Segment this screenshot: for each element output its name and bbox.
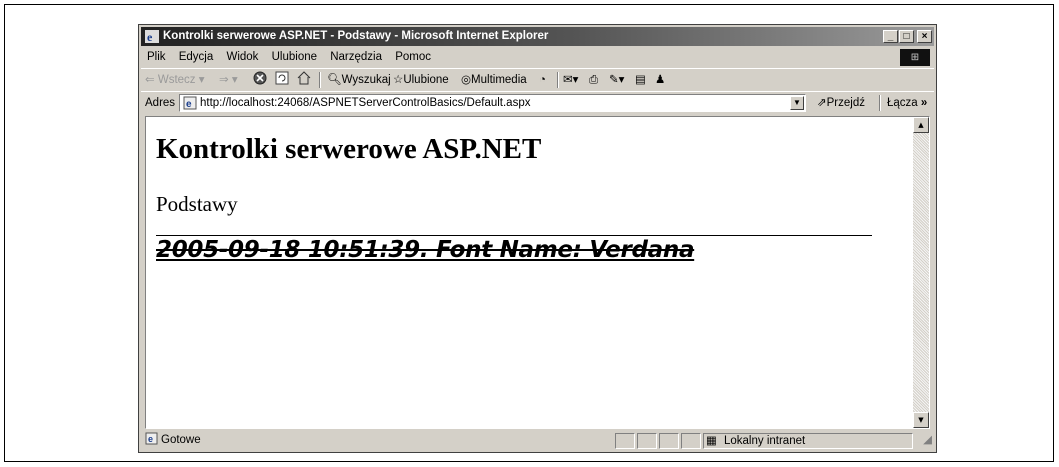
favorites-icon: ☆ — [393, 74, 404, 86]
media-label: Multimedia — [471, 74, 527, 86]
address-label: Adres — [145, 97, 176, 109]
menu-file[interactable]: Plik — [147, 51, 166, 63]
status-page-icon: e — [145, 431, 158, 450]
windows-logo-icon: ⊞ — [900, 49, 930, 66]
search-icon: 🔍︎ — [327, 74, 342, 86]
page-icon: e — [183, 96, 197, 110]
chevron-down-icon: ▼ — [793, 98, 801, 107]
page-heading: Kontrolki serwerowe ASP.NET — [156, 133, 542, 165]
address-input[interactable]: e http://localhost:24068/ASPNETServerCon… — [179, 94, 806, 112]
menu-bar: Plik Edycja Widok Ulubione Narzędzia Pom… — [141, 48, 934, 67]
links-label: Łącza — [887, 97, 918, 109]
address-bar: Adres e http://localhost:24068/ASPNETSer… — [141, 91, 934, 114]
zone-cell: ▦ Lokalny intranet — [703, 433, 913, 449]
history-icon[interactable]: ◔ — [539, 69, 546, 91]
svg-text:e: e — [147, 30, 153, 43]
back-arrow-icon: ⇐ — [145, 74, 155, 86]
ie-logo-icon: e — [145, 30, 159, 43]
horizontal-rule — [156, 235, 872, 236]
status-cell — [681, 433, 701, 449]
search-label: Wyszukaj — [341, 74, 391, 86]
menu-tools[interactable]: Narzędzia — [330, 51, 382, 63]
menu-edit[interactable]: Edycja — [179, 51, 214, 63]
refresh-icon[interactable] — [275, 69, 289, 91]
menu-view[interactable]: Widok — [226, 51, 258, 63]
status-text: Gotowe — [161, 434, 201, 446]
status-cell — [637, 433, 657, 449]
vertical-scrollbar[interactable]: ▲ ▼ — [913, 117, 929, 428]
standard-toolbar: ⇐ Wstecz ▾ ⇒ ▾ 🔍︎Wyszukaj ☆Ulubione ◎Mul… — [141, 68, 934, 91]
toolbar-separator — [557, 72, 559, 88]
status-cell — [659, 433, 679, 449]
back-button[interactable]: ⇐ Wstecz ▾ — [145, 69, 205, 91]
favorites-button[interactable]: ☆Ulubione — [393, 69, 449, 91]
forward-arrow-icon[interactable]: ⇒ ▾ — [219, 69, 238, 91]
messenger-icon[interactable]: ♟ — [655, 69, 665, 91]
browser-window: e Kontrolki serwerowe ASP.NET - Podstawy… — [138, 24, 937, 453]
media-button[interactable]: ◎Multimedia — [461, 69, 527, 91]
search-button[interactable]: 🔍︎Wyszukaj — [327, 69, 391, 91]
resize-grip-icon[interactable]: ◢ — [923, 431, 932, 450]
intranet-icon: ▦ — [706, 435, 717, 447]
home-icon[interactable] — [297, 69, 311, 91]
media-icon: ◎ — [461, 74, 472, 86]
links-button[interactable]: Łącza » — [887, 92, 927, 114]
mail-icon[interactable]: ✉▾ — [563, 69, 578, 91]
go-arrow-icon: ⇗ — [817, 97, 827, 109]
stop-icon[interactable] — [253, 69, 267, 91]
back-label: Wstecz — [157, 74, 196, 86]
chevron-down-icon: ▼ — [918, 416, 924, 424]
scroll-down-button[interactable]: ▼ — [913, 412, 929, 428]
svg-text:e: e — [186, 99, 192, 110]
favorites-label: Ulubione — [403, 74, 449, 86]
menu-favorites[interactable]: Ulubione — [272, 51, 317, 63]
close-button[interactable]: × — [917, 30, 932, 43]
status-bar: e Gotowe ▦ Lokalny intranet ◢ — [141, 431, 934, 450]
chevron-right-icon: » — [920, 97, 928, 109]
minimize-button[interactable]: _ — [883, 30, 898, 43]
chevron-up-icon: ▲ — [918, 121, 924, 129]
edit-icon[interactable]: ✎▾ — [609, 69, 624, 91]
page-viewport: Kontrolki serwerowe ASP.NET Podstawy 200… — [145, 116, 930, 429]
address-dropdown-button[interactable]: ▼ — [790, 96, 804, 110]
scroll-up-button[interactable]: ▲ — [913, 117, 929, 133]
toolbar-separator — [879, 95, 881, 111]
discuss-icon[interactable]: ▤ — [635, 69, 646, 91]
timestamp-label: 2005-09-18 10:51:39. Font Name: Verdana — [156, 237, 695, 263]
status-cell — [615, 433, 635, 449]
zone-label: Lokalny intranet — [724, 435, 806, 447]
svg-text:e: e — [148, 434, 153, 444]
print-icon[interactable]: ⎙ — [589, 69, 598, 91]
menu-help[interactable]: Pomoc — [395, 51, 431, 63]
go-label: Przejdź — [826, 97, 865, 109]
title-bar[interactable]: e Kontrolki serwerowe ASP.NET - Podstawy… — [141, 27, 934, 46]
window-title: Kontrolki serwerowe ASP.NET - Podstawy -… — [163, 30, 549, 42]
page-subheading: Podstawy — [156, 192, 238, 216]
address-url: http://localhost:24068/ASPNETServerContr… — [200, 97, 531, 109]
toolbar-separator — [319, 72, 321, 88]
go-button[interactable]: ⇗Przejdź — [817, 92, 865, 114]
maximize-button[interactable]: □ — [899, 30, 914, 43]
